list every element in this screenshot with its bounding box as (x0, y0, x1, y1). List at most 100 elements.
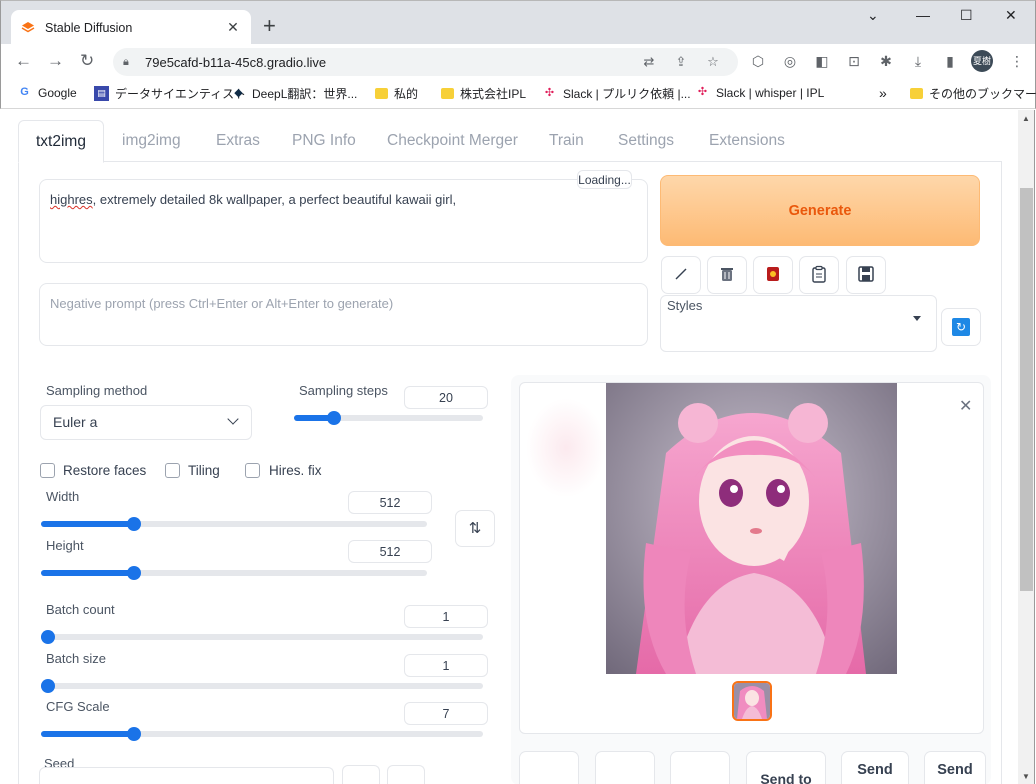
google-icon: G (20, 86, 29, 98)
minimize-icon[interactable]: — (916, 7, 930, 23)
apply-style-button[interactable] (799, 256, 839, 294)
gradio-favicon-icon (21, 21, 35, 35)
reload-icon[interactable]: ↻ (80, 51, 94, 71)
profile-avatar[interactable]: 夏樹 (971, 50, 993, 72)
tab-img2img[interactable]: img2img (122, 120, 181, 161)
scrollbar-thumb[interactable] (1020, 188, 1033, 591)
send-to-button[interactable]: Send to (746, 751, 826, 784)
seed-input[interactable] (39, 767, 334, 784)
tab-settings[interactable]: Settings (618, 120, 674, 161)
bookmark-slack-whisper[interactable]: ✣ Slack | whisper | IPL (695, 85, 824, 100)
slider-handle[interactable] (126, 566, 141, 580)
batch-count-slider[interactable] (41, 630, 483, 644)
trash-icon (718, 265, 736, 286)
star-icon[interactable]: ☆ (706, 55, 720, 69)
browser-tab[interactable]: Stable Diffusion ✕ (11, 10, 251, 45)
read-params-button[interactable] (661, 256, 701, 294)
random-seed-button[interactable] (342, 765, 380, 784)
sampling-steps-slider[interactable] (294, 411, 483, 425)
page-scrollbar[interactable]: ▲ ▼ (1018, 110, 1035, 784)
bookmark-google[interactable]: G Google (17, 85, 76, 100)
tab-close-icon[interactable]: ✕ (225, 19, 241, 36)
extension-download-icon[interactable]: ⊡ (846, 53, 862, 69)
bookmark-folder-private[interactable]: 私的 (375, 85, 418, 102)
side-panel-icon[interactable]: ▮ (942, 53, 958, 69)
tab-extras[interactable]: Extras (216, 120, 260, 161)
extension-cube-icon[interactable]: ⬡ (750, 53, 766, 69)
open-folder-button[interactable] (519, 751, 579, 784)
send-to-inpaint-button[interactable]: Send (924, 751, 986, 784)
save-style-button[interactable] (846, 256, 886, 294)
gallery-thumbnail[interactable] (732, 681, 772, 721)
slider-handle[interactable] (126, 517, 141, 531)
browser-menu-icon[interactable]: ⋮ (1009, 53, 1025, 69)
cfg-scale-slider[interactable] (41, 727, 483, 741)
tab-search-icon[interactable]: ⌄ (867, 7, 879, 24)
bookmark-slack-pr[interactable]: ✣ Slack | プルリク依頼 |... (542, 85, 691, 102)
show-extra-networks-button[interactable] (753, 256, 793, 294)
extensions-puzzle-icon[interactable]: ✱ (878, 53, 894, 69)
slider-handle[interactable] (41, 630, 55, 644)
slack-icon: ✣ (697, 86, 708, 98)
save-button[interactable] (595, 751, 655, 784)
extension-app-icon[interactable]: ◧ (814, 53, 830, 69)
more-bookmarks-chevron-icon[interactable]: » (879, 85, 887, 101)
tab-train[interactable]: Train (549, 120, 584, 161)
window-close-icon[interactable]: ✕ (1005, 7, 1017, 24)
lock-icon: 🔒︎ (123, 55, 129, 68)
share-icon[interactable]: ⇪ (674, 55, 688, 69)
generate-button[interactable]: Generate (660, 175, 980, 246)
downloads-icon[interactable]: ⤓ (910, 53, 926, 69)
refresh-styles-button[interactable]: ↻ (941, 308, 981, 346)
extension-chat-icon[interactable]: ◎ (782, 53, 798, 69)
new-tab-icon[interactable]: + (263, 15, 276, 37)
tab-checkpoint-merger[interactable]: Checkpoint Merger (387, 120, 518, 161)
zip-button[interactable] (670, 751, 730, 784)
batch-size-slider[interactable] (41, 679, 483, 693)
sampling-method-select[interactable]: Euler a (40, 405, 252, 440)
width-label: Width (46, 489, 80, 504)
prompt-textarea[interactable]: highres, extremely detailed 8k wallpaper… (39, 179, 648, 263)
bookmark-deepl[interactable]: ◆ DeepL翻訳：世界... (231, 85, 357, 102)
clear-prompt-button[interactable] (707, 256, 747, 294)
height-input[interactable]: 512 (348, 540, 432, 563)
width-input[interactable]: 512 (348, 491, 432, 514)
generated-image[interactable] (606, 383, 897, 674)
deepl-icon: ◆ (234, 87, 243, 99)
width-slider[interactable] (41, 517, 427, 531)
negative-prompt-textarea[interactable]: Negative prompt (press Ctrl+Enter or Alt… (39, 283, 648, 346)
toolbar: ← → ↻ 🔒︎ 79e5cafd-b11a-45c8.gradio.live … (0, 44, 1036, 79)
sampling-steps-input[interactable]: 20 (404, 386, 488, 409)
scroll-up-arrow-icon[interactable]: ▲ (1022, 114, 1030, 123)
clipboard-icon (810, 265, 828, 286)
send-to-img2img-button[interactable]: Send (841, 751, 909, 784)
maximize-icon[interactable]: ☐ (960, 7, 973, 24)
swap-dimensions-button[interactable]: ⇅ (455, 510, 495, 547)
tab-extensions[interactable]: Extensions (709, 120, 785, 161)
bookmark-other[interactable]: その他のブックマーク (910, 85, 1036, 102)
scroll-down-arrow-icon[interactable]: ▼ (1022, 772, 1030, 781)
slider-handle[interactable] (126, 727, 141, 741)
restore-faces-checkbox[interactable] (40, 463, 55, 478)
folder-icon (910, 88, 923, 99)
bookmark-folder-ipl[interactable]: 株式会社IPL (441, 85, 526, 102)
translate-icon[interactable]: ⇄ (642, 55, 656, 69)
folder-icon (441, 88, 454, 99)
bookmark-data-scientist[interactable]: ▤ データサイエンティスト (94, 85, 246, 102)
address-bar[interactable]: 🔒︎ 79e5cafd-b11a-45c8.gradio.live ⇄ ⇪ ☆ (113, 48, 738, 76)
back-icon[interactable]: ← (15, 51, 32, 71)
forward-icon[interactable]: → (47, 51, 64, 71)
height-slider[interactable] (41, 566, 427, 580)
tiling-checkbox[interactable] (165, 463, 180, 478)
webui-page: txt2img img2img Extras PNG Info Checkpoi… (1, 110, 1018, 784)
hires-fix-checkbox[interactable] (245, 463, 260, 478)
slider-handle[interactable] (41, 679, 55, 693)
prompt-misspelled-word: highres (50, 192, 93, 207)
batch-size-input[interactable]: 1 (404, 654, 488, 677)
tab-txt2img[interactable]: txt2img (18, 120, 104, 163)
cfg-scale-input[interactable]: 7 (404, 702, 488, 725)
batch-count-input[interactable]: 1 (404, 605, 488, 628)
tab-png-info[interactable]: PNG Info (292, 120, 356, 161)
reuse-seed-button[interactable] (387, 765, 425, 784)
close-icon[interactable]: ✕ (959, 396, 972, 416)
